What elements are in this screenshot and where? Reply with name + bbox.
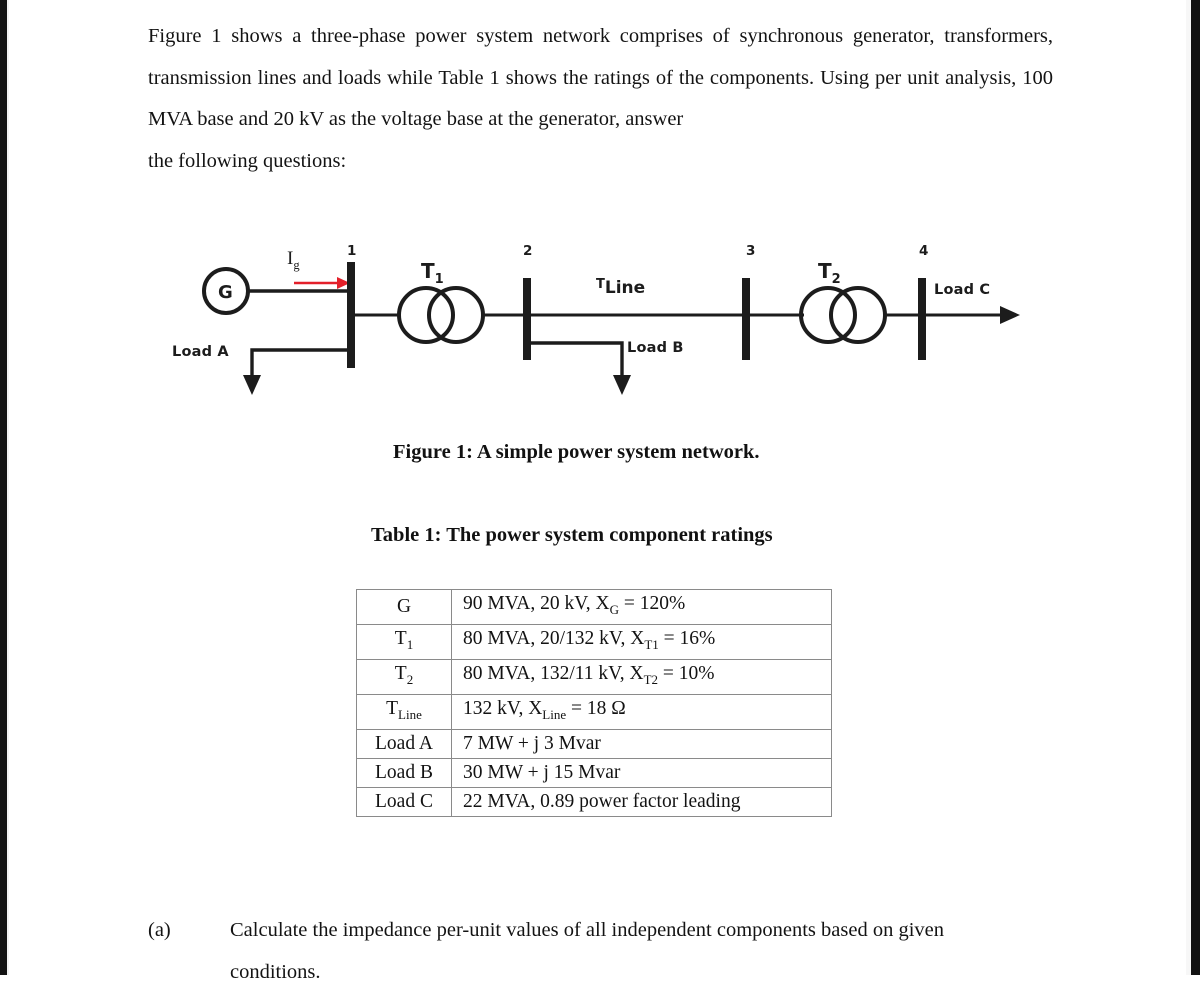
table-cell-rating: 90 MVA, 20 kV, XG = 120%	[452, 590, 832, 625]
load-c-arrow	[922, 306, 1020, 324]
bus-number-3: 3	[746, 245, 755, 259]
transformer-1-subscript: 1	[435, 272, 444, 287]
table-cell-component: T1	[357, 624, 452, 659]
bus-number-4: 4	[919, 245, 928, 259]
table-cell-rating: 80 MVA, 132/11 kV, XT2 = 10%	[452, 659, 832, 694]
tline-label-text: Line	[605, 278, 645, 298]
page-edge-right-band	[1191, 0, 1200, 975]
rating-subscript: Line	[542, 707, 566, 722]
question-a-body: Calculate the impedance per-unit values …	[230, 910, 1058, 993]
load-b-label: Load B	[627, 341, 684, 356]
tline-superscript: T	[596, 277, 605, 292]
load-a-tap	[243, 350, 351, 395]
rating-subscript: T1	[644, 637, 658, 652]
transformer-2-label: T2	[818, 261, 841, 286]
diagram-canvas	[148, 235, 1048, 410]
transformer-2-letter: T	[818, 259, 832, 283]
transformer-2-subscript: 2	[832, 272, 841, 287]
page-edge-left-band	[0, 0, 7, 975]
rating-subscript: G	[610, 602, 619, 617]
figure-caption: Figure 1: A simple power system network.	[393, 441, 760, 464]
table-caption: Table 1: The power system component rati…	[371, 524, 773, 547]
table-cell-component: Load C	[357, 787, 452, 816]
table-row: T280 MVA, 132/11 kV, XT2 = 10%	[357, 659, 832, 694]
table-row: Load B30 MW + j 15 Mvar	[357, 758, 832, 787]
table-cell-component: Load A	[357, 729, 452, 758]
rating-subscript: T2	[644, 672, 658, 687]
transformer-2-symbol	[801, 288, 885, 342]
current-subscript: g	[293, 258, 299, 272]
bus-number-1: 1	[347, 245, 356, 259]
component-subscript: 1	[407, 637, 414, 652]
table-row: Load C22 MVA, 0.89 power factor leading	[357, 787, 832, 816]
intro-line-4: the following questions:	[148, 141, 1053, 183]
table-cell-rating: 132 kV, XLine = 18 Ω	[452, 694, 832, 729]
load-b-tap	[527, 343, 631, 395]
generator-label: G	[218, 284, 233, 302]
intro-line-1: Figure 1 shows a three-phase power syste…	[148, 25, 935, 47]
table-cell-rating: 7 MW + j 3 Mvar	[452, 729, 832, 758]
table-cell-component: TLine	[357, 694, 452, 729]
table-cell-rating: 80 MVA, 20/132 kV, XT1 = 16%	[452, 624, 832, 659]
document-page: Figure 1 shows a three-phase power syste…	[9, 0, 1186, 975]
power-system-one-line-diagram: G Ig 1 2 3 4 T1 T2 TLine Load A Load B L…	[148, 235, 1048, 410]
bus-bar-1	[347, 262, 355, 368]
table-cell-component: G	[357, 590, 452, 625]
table-row: Load A7 MW + j 3 Mvar	[357, 729, 832, 758]
generator-current-label: Ig	[287, 249, 300, 271]
table-cell-rating: 30 MW + j 15 Mvar	[452, 758, 832, 787]
table-row: G90 MVA, 20 kV, XG = 120%	[357, 590, 832, 625]
table-cell-rating: 22 MVA, 0.89 power factor leading	[452, 787, 832, 816]
transformer-1-letter: T	[421, 259, 435, 283]
load-a-label: Load A	[172, 345, 229, 360]
component-subscript: Line	[398, 707, 422, 722]
bus-bar-3	[742, 278, 750, 360]
table-row: TLine132 kV, XLine = 18 Ω	[357, 694, 832, 729]
bus-number-2: 2	[523, 245, 532, 259]
load-c-label: Load C	[934, 283, 990, 298]
transformer-1-label: T1	[421, 261, 444, 286]
question-a-line-2: conditions.	[230, 952, 1058, 993]
bus-bar-4	[918, 278, 926, 360]
transmission-line-label: TLine	[596, 278, 645, 297]
component-ratings-table: G90 MVA, 20 kV, XG = 120%T180 MVA, 20/13…	[356, 589, 832, 817]
component-subscript: 2	[407, 672, 414, 687]
table-cell-component: Load B	[357, 758, 452, 787]
intro-paragraph: Figure 1 shows a three-phase power syste…	[148, 16, 1053, 182]
transformer-1-symbol	[399, 288, 483, 342]
question-a-line-1: Calculate the impedance per-unit values …	[230, 919, 944, 941]
bus-bar-2	[523, 278, 531, 360]
table-cell-component: T2	[357, 659, 452, 694]
question-a-marker: (a)	[148, 910, 171, 952]
generator-current-arrow	[294, 277, 350, 289]
table-row: T180 MVA, 20/132 kV, XT1 = 16%	[357, 624, 832, 659]
